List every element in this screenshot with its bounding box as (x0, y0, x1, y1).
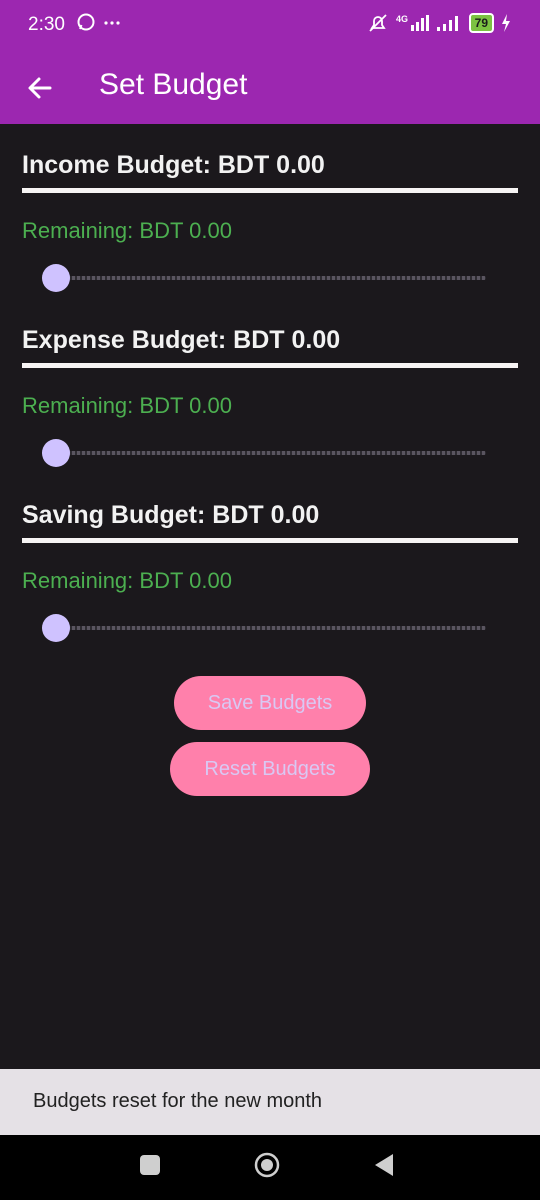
saving-budget-slider[interactable] (22, 613, 486, 643)
saving-divider (22, 538, 518, 543)
whatsapp-icon (77, 13, 95, 31)
saving-budget-title: Saving Budget: BDT 0.00 (22, 501, 320, 529)
snackbar-message: Budgets reset for the new month (33, 1090, 323, 1112)
saving-slider-track[interactable] (42, 626, 486, 630)
status-bar: 2:30 4G 79 (0, 0, 540, 52)
save-budgets-button[interactable]: Save Budgets (174, 676, 366, 730)
expense-budget-section: Expense Budget: BDT 0.00 Remaining: BDT … (22, 323, 518, 468)
saving-remaining: Remaining: BDT 0.00 (22, 568, 232, 593)
app-bar: Set Budget (0, 52, 540, 124)
expense-slider-track[interactable] (42, 451, 486, 455)
signal-icon (436, 16, 458, 31)
status-right-icons: 4G 79 (367, 12, 512, 34)
system-nav-bar (0, 1135, 540, 1200)
4g-signal-icon: 4G (396, 14, 429, 31)
charging-icon (502, 14, 510, 32)
income-slider-track[interactable] (42, 276, 486, 280)
status-time: 2:30 (28, 14, 65, 35)
status-left-icons (76, 12, 122, 32)
back-arrow-icon[interactable] (22, 70, 58, 106)
expense-remaining: Remaining: BDT 0.00 (22, 393, 232, 418)
home-circle-icon[interactable] (254, 1152, 280, 1178)
expense-slider-thumb[interactable] (42, 439, 70, 467)
svg-text:4G: 4G (396, 14, 408, 24)
expense-divider (22, 363, 518, 368)
page-title: Set Budget (99, 68, 248, 101)
income-budget-title: Income Budget: BDT 0.00 (22, 151, 325, 179)
income-budget-slider[interactable] (22, 263, 486, 293)
income-divider (22, 188, 518, 193)
muted-bell-icon (369, 14, 387, 32)
back-triangle-icon[interactable] (374, 1153, 394, 1177)
income-slider-thumb[interactable] (42, 264, 70, 292)
battery-icon: 79 (468, 13, 494, 33)
snackbar: Budgets reset for the new month (0, 1069, 540, 1135)
expense-budget-slider[interactable] (22, 438, 486, 468)
income-remaining: Remaining: BDT 0.00 (22, 218, 232, 243)
more-dots-icon (104, 21, 120, 25)
income-budget-section: Income Budget: BDT 0.00 Remaining: BDT 0… (22, 148, 518, 293)
saving-slider-thumb[interactable] (42, 614, 70, 642)
saving-budget-section: Saving Budget: BDT 0.00 Remaining: BDT 0… (22, 498, 518, 643)
set-budget-screen: 2:30 4G 79 Set Budget Income Budget: BDT… (0, 0, 540, 1200)
reset-budgets-button[interactable]: Reset Budgets (170, 742, 370, 796)
expense-budget-title: Expense Budget: BDT 0.00 (22, 326, 341, 354)
recents-square-icon[interactable] (140, 1155, 160, 1175)
